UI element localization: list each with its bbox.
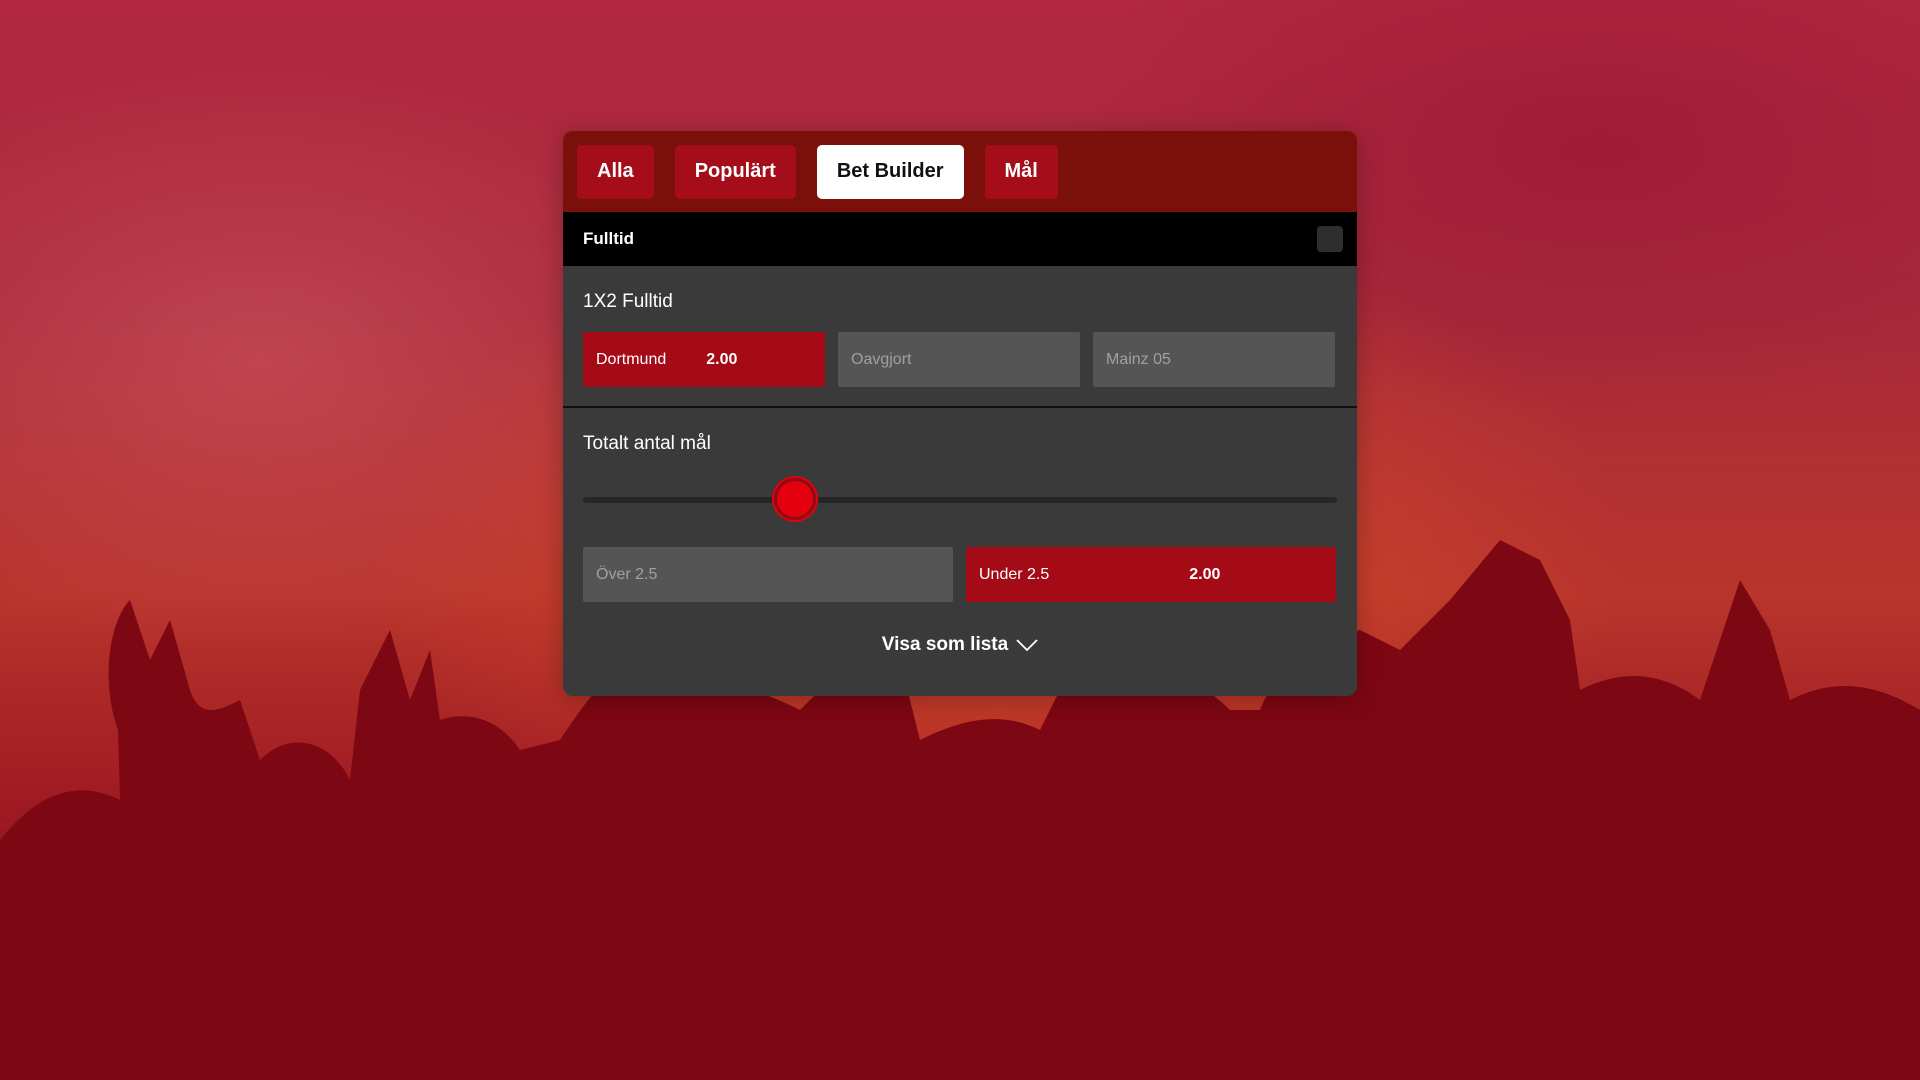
odd-home-label: Dortmund (596, 350, 667, 368)
odd-away-label: Mainz 05 (1106, 350, 1171, 368)
collapse-button[interactable] (1317, 226, 1343, 252)
show-as-list-label: Visa som lista (881, 634, 1009, 655)
slider-thumb[interactable] (774, 478, 817, 520)
section-title: Fulltid (583, 229, 634, 248)
odd-under-price: 2.00 (1189, 565, 1221, 583)
chevron-down-icon (1016, 639, 1038, 652)
goals-slider[interactable] (583, 471, 1337, 527)
odd-draw-label: Oavgjort (851, 350, 912, 368)
odd-home-price: 2.00 (706, 350, 738, 368)
odd-under-label: Under 2.5 (979, 565, 1050, 583)
odd-draw-button[interactable]: Oavgjort (838, 332, 1080, 387)
odd-away-button[interactable]: Mainz 05 (1093, 332, 1335, 387)
tab-alla[interactable]: Alla (577, 144, 654, 199)
market-total-goals: Totalt antal mål Över 2.5 Under 2.5 2.00… (563, 408, 1357, 656)
market-title-1x2: 1X2 Fulltid (583, 291, 673, 312)
slider-track[interactable] (583, 497, 1337, 503)
tab-popular[interactable]: Populärt (674, 144, 796, 199)
odds-row-goals: Över 2.5 Under 2.5 2.00 (583, 547, 1337, 602)
odd-under-button[interactable]: Under 2.5 2.00 (966, 547, 1336, 602)
market-title-goals: Totalt antal mål (583, 433, 711, 454)
market-tab-bar: Alla Populärt Bet Builder Mål (563, 131, 1357, 212)
market-1x2: 1X2 Fulltid Dortmund 2.00 Oavgjort Mainz… (563, 266, 1357, 387)
betting-panel: Alla Populärt Bet Builder Mål Fulltid 1X… (563, 131, 1357, 696)
odd-over-label: Över 2.5 (596, 565, 658, 583)
odd-home-button[interactable]: Dortmund 2.00 (583, 332, 825, 387)
show-as-list-button[interactable]: Visa som lista (583, 634, 1337, 656)
tab-mal[interactable]: Mål (984, 144, 1058, 199)
section-header[interactable]: Fulltid (563, 212, 1357, 266)
tab-bet-builder[interactable]: Bet Builder (816, 144, 964, 199)
odds-row-1x2: Dortmund 2.00 Oavgjort Mainz 05 (583, 332, 1337, 387)
odd-over-button[interactable]: Över 2.5 (583, 547, 953, 602)
